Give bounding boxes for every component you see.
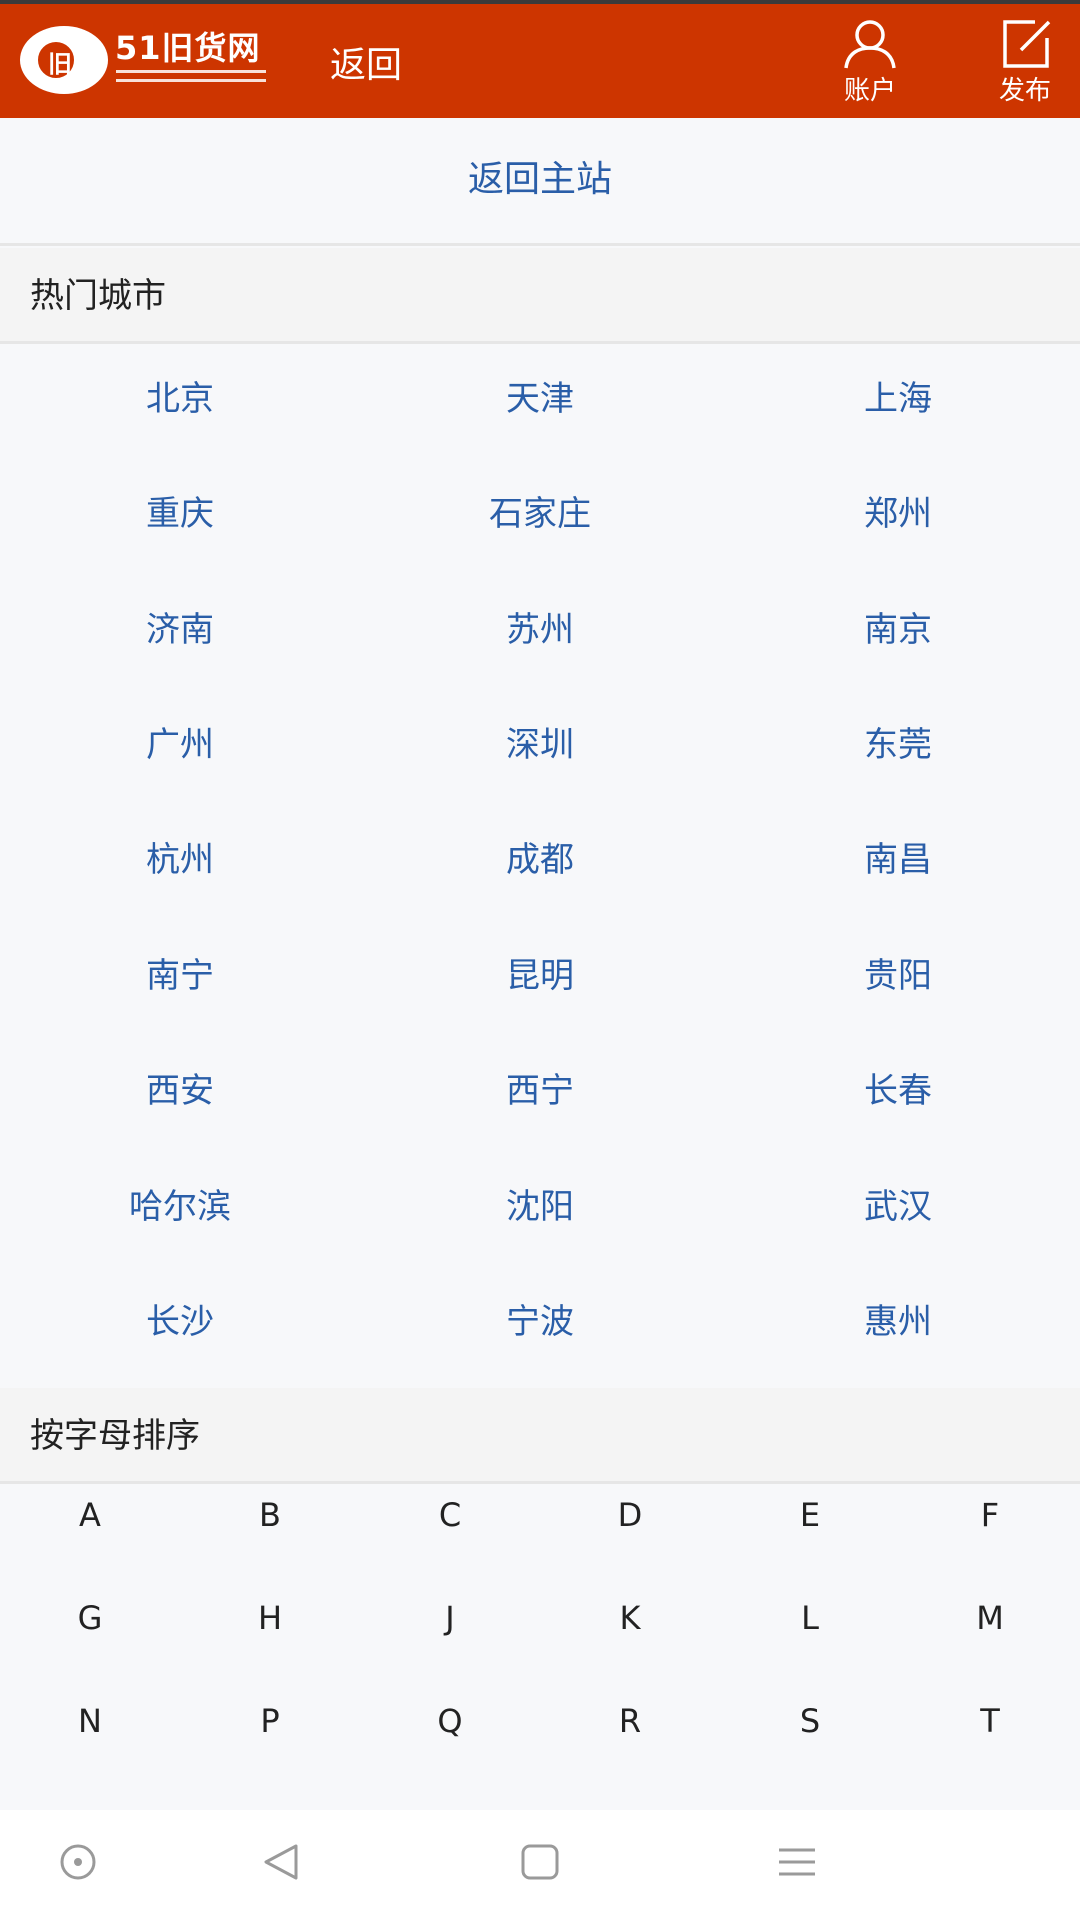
letter-link[interactable]: L bbox=[770, 1598, 850, 1638]
letter-link[interactable]: D bbox=[590, 1495, 670, 1535]
return-main-site-link[interactable]: 返回主站 bbox=[0, 158, 1080, 202]
city-link[interactable]: 沈阳 bbox=[440, 1185, 640, 1229]
city-link[interactable]: 西安 bbox=[80, 1069, 280, 1113]
letter-link[interactable]: N bbox=[50, 1701, 130, 1741]
city-link[interactable]: 东莞 bbox=[798, 723, 998, 767]
back-button[interactable]: 返回 bbox=[330, 44, 402, 88]
letter-link[interactable]: P bbox=[230, 1701, 310, 1741]
logo-subline bbox=[116, 70, 266, 82]
hot-cities-title: 热门城市 bbox=[30, 276, 166, 316]
letter-link[interactable]: A bbox=[50, 1495, 130, 1535]
city-link[interactable]: 贵阳 bbox=[798, 954, 998, 998]
letter-link[interactable]: C bbox=[410, 1495, 490, 1535]
main-site-bar: 返回主站 bbox=[0, 118, 1080, 246]
city-link[interactable]: 南昌 bbox=[798, 838, 998, 882]
home-nav-button[interactable] bbox=[510, 1840, 570, 1890]
system-nav-bar bbox=[0, 1810, 1080, 1920]
record-icon bbox=[60, 1844, 96, 1880]
letter-link[interactable]: S bbox=[770, 1701, 850, 1741]
letter-link[interactable]: E bbox=[770, 1495, 850, 1535]
city-link[interactable]: 西宁 bbox=[440, 1069, 640, 1113]
city-link[interactable]: 长沙 bbox=[80, 1300, 280, 1344]
account-label: 账户 bbox=[843, 76, 896, 106]
city-link[interactable]: 重庆 bbox=[80, 492, 280, 536]
publish-button[interactable]: 发布 bbox=[975, 18, 1075, 118]
city-link[interactable]: 南宁 bbox=[80, 954, 280, 998]
logo-text: 51旧货网 bbox=[115, 29, 261, 67]
alphabet-title: 按字母排序 bbox=[30, 1416, 200, 1456]
letter-link[interactable]: R bbox=[590, 1701, 670, 1741]
menu-nav-button[interactable] bbox=[767, 1840, 827, 1890]
home-square-icon bbox=[521, 1844, 559, 1880]
menu-icon bbox=[779, 1848, 815, 1876]
city-link[interactable]: 广州 bbox=[80, 723, 280, 767]
city-link[interactable]: 昆明 bbox=[440, 954, 640, 998]
hot-cities-header: 热门城市 bbox=[0, 248, 1080, 344]
city-link[interactable]: 上海 bbox=[798, 377, 998, 421]
alphabet-header: 按字母排序 bbox=[0, 1388, 1080, 1484]
letter-link[interactable]: H bbox=[230, 1598, 310, 1638]
city-link[interactable]: 长春 bbox=[798, 1069, 998, 1113]
letter-link[interactable]: Q bbox=[410, 1701, 490, 1741]
letter-link[interactable]: J bbox=[410, 1598, 490, 1638]
city-link[interactable]: 深圳 bbox=[440, 723, 640, 767]
city-link[interactable]: 武汉 bbox=[798, 1185, 998, 1229]
assistant-button[interactable] bbox=[48, 1840, 108, 1890]
back-triangle-icon bbox=[264, 1844, 298, 1880]
account-button[interactable]: 账户 bbox=[820, 18, 920, 118]
city-link[interactable]: 宁波 bbox=[440, 1300, 640, 1344]
city-link[interactable]: 北京 bbox=[80, 377, 280, 421]
city-link[interactable]: 郑州 bbox=[798, 492, 998, 536]
city-link[interactable]: 南京 bbox=[798, 608, 998, 652]
letter-link[interactable]: F bbox=[950, 1495, 1030, 1535]
letter-link[interactable]: B bbox=[230, 1495, 310, 1535]
letter-link[interactable]: T bbox=[950, 1701, 1030, 1741]
city-link[interactable]: 杭州 bbox=[80, 838, 280, 882]
city-link[interactable]: 成都 bbox=[440, 838, 640, 882]
city-link[interactable]: 惠州 bbox=[798, 1300, 998, 1344]
city-link[interactable]: 济南 bbox=[80, 608, 280, 652]
letter-link[interactable]: G bbox=[50, 1598, 130, 1638]
letter-link[interactable]: K bbox=[590, 1598, 670, 1638]
city-link[interactable]: 哈尔滨 bbox=[80, 1185, 280, 1229]
edit-icon bbox=[1003, 20, 1051, 68]
city-link[interactable]: 天津 bbox=[440, 377, 640, 421]
header: 旧 51旧货网 返回 账户 发布 bbox=[0, 4, 1080, 118]
city-link[interactable]: 苏州 bbox=[440, 608, 640, 652]
user-icon bbox=[844, 20, 896, 69]
logo-mark: 旧 bbox=[20, 26, 108, 94]
site-logo[interactable]: 旧 51旧货网 bbox=[20, 24, 270, 99]
city-link[interactable]: 石家庄 bbox=[440, 492, 640, 536]
letter-link[interactable]: M bbox=[950, 1598, 1030, 1638]
publish-label: 发布 bbox=[998, 76, 1051, 106]
back-nav-button[interactable] bbox=[250, 1840, 310, 1890]
